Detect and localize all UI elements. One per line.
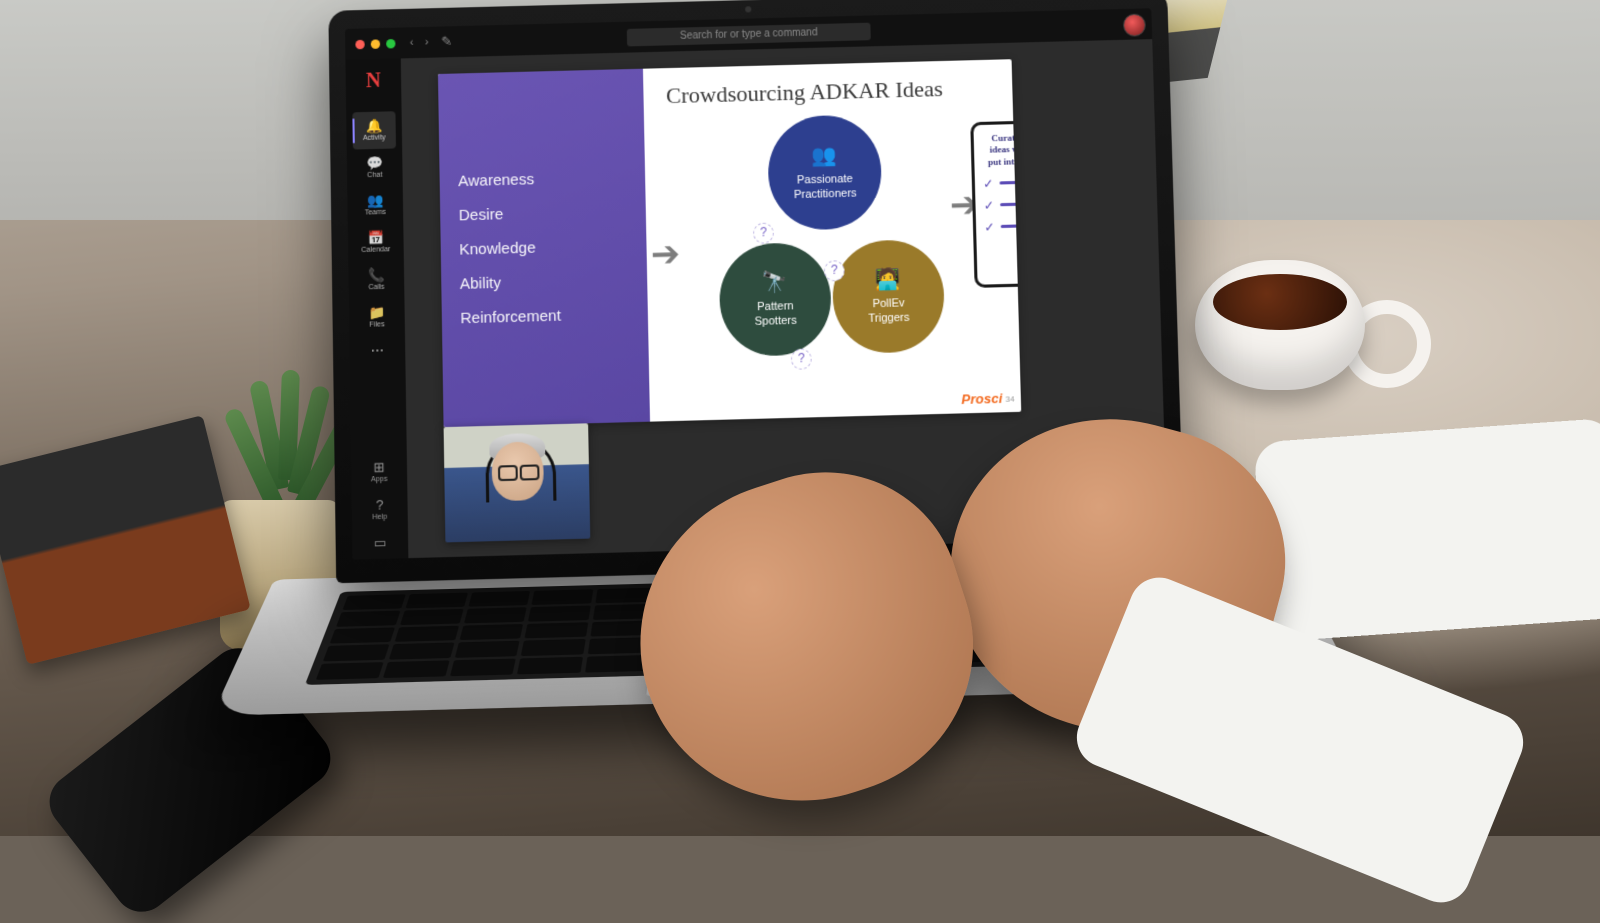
connector-dot: ? [791, 348, 812, 369]
adkar-term: Ability [460, 270, 635, 292]
circle-pattern-spotters: 🔭 Pattern Spotters [718, 242, 832, 357]
chat-icon: 💬 [353, 156, 396, 171]
nav-back-forward[interactable]: ‹ › [410, 36, 433, 49]
circle-label: Triggers [868, 311, 909, 326]
rail-item-help[interactable]: ? Help [358, 490, 402, 529]
presenter-video[interactable] [444, 423, 591, 542]
check-icon: ✓ [984, 220, 995, 235]
tenant-logo[interactable]: N [366, 69, 381, 93]
check-icon: ✓ [984, 198, 995, 213]
phone-icon: 📞 [355, 268, 398, 283]
slide-number: 34 [1005, 394, 1014, 404]
brand-label: Prosci [961, 390, 1002, 407]
device-icon: ▭ [358, 535, 402, 550]
rail-item-label: Teams [365, 209, 386, 217]
circle-practitioners: 👥 Passionate Practitioners [767, 114, 883, 231]
slide-body: Crowdsourcing ADKAR Ideas ➔ 👥 Passionate… [643, 59, 1021, 421]
more-icon: ⋯ [356, 343, 400, 358]
rail-item-activity[interactable]: 🔔 Activity [352, 111, 396, 149]
adkar-term: Knowledge [459, 236, 634, 258]
check-icon: ✓ [983, 176, 994, 191]
arrow-right-icon: ➔ [650, 233, 680, 275]
rail-item-apps[interactable]: ⊞ Apps [357, 452, 401, 491]
rail-item-device[interactable]: ▭ [358, 528, 402, 560]
webcam [745, 6, 751, 12]
rail-item-label: Help [372, 514, 387, 522]
rail-item-calls[interactable]: 📞 Calls [354, 260, 398, 299]
rail-item-label: Apps [371, 476, 388, 484]
rail-item-chat[interactable]: 💬 Chat [353, 148, 397, 186]
rail-item-label: Activity [363, 134, 386, 142]
rail-item-more[interactable]: ⋯ [356, 335, 400, 366]
card-caption: Curated list of ideas we can all put int… [982, 131, 1021, 168]
circle-label: Passionate [797, 173, 853, 189]
rail-item-files[interactable]: 📁 Files [355, 298, 399, 337]
fullscreen-window-icon[interactable] [386, 38, 395, 48]
window-traffic-lights[interactable] [355, 38, 395, 48]
minimize-window-icon[interactable] [371, 39, 380, 49]
output-card: Curated list of ideas we can all put int… [970, 120, 1021, 288]
slide-sidebar: Awareness Desire Knowledge Ability Reinf… [438, 69, 650, 427]
rail-item-teams[interactable]: 👥 Teams [353, 186, 397, 224]
user-avatar[interactable] [1123, 14, 1146, 37]
help-icon: ? [358, 497, 402, 512]
circle-pollev: 🧑‍💻 PollEv Triggers [832, 239, 946, 354]
rail-item-label: Calls [368, 284, 384, 292]
circle-label: Practitioners [794, 187, 857, 203]
group-icon: 👥 [811, 143, 837, 170]
bell-icon: 🔔 [352, 118, 395, 133]
binoculars-icon: 🔭 [762, 270, 788, 297]
search-input[interactable]: Search for or type a command [627, 22, 871, 46]
apps-icon: ⊞ [357, 460, 401, 475]
shirt-cuff [1253, 418, 1600, 643]
shared-slide[interactable]: Awareness Desire Knowledge Ability Reinf… [438, 59, 1021, 427]
adkar-term: Reinforcement [460, 305, 635, 327]
circle-label: Pattern [757, 300, 794, 315]
connector-dot: ? [753, 223, 774, 244]
calendar-icon: 📅 [354, 230, 397, 245]
rail-item-label: Files [369, 321, 384, 329]
rail-item-calendar[interactable]: 📅 Calendar [354, 223, 398, 262]
circle-label: Spotters [755, 314, 797, 329]
glasses-icon [498, 464, 540, 478]
close-window-icon[interactable] [355, 39, 364, 49]
rail-item-label: Chat [367, 172, 382, 180]
slide-title: Crowdsourcing ADKAR Ideas [666, 75, 943, 109]
circle-label: PollEv [872, 297, 904, 312]
files-icon: 📁 [355, 305, 398, 320]
adkar-term: Desire [459, 202, 634, 224]
presenter-icon: 🧑‍💻 [875, 267, 901, 294]
rail-item-label: Calendar [361, 246, 390, 254]
adkar-term: Awareness [458, 168, 633, 190]
people-icon: 👥 [353, 193, 396, 208]
compose-icon[interactable]: ✎ [441, 33, 452, 50]
app-rail: N 🔔 Activity 💬 Chat 👥 Teams 📅 [345, 58, 408, 559]
